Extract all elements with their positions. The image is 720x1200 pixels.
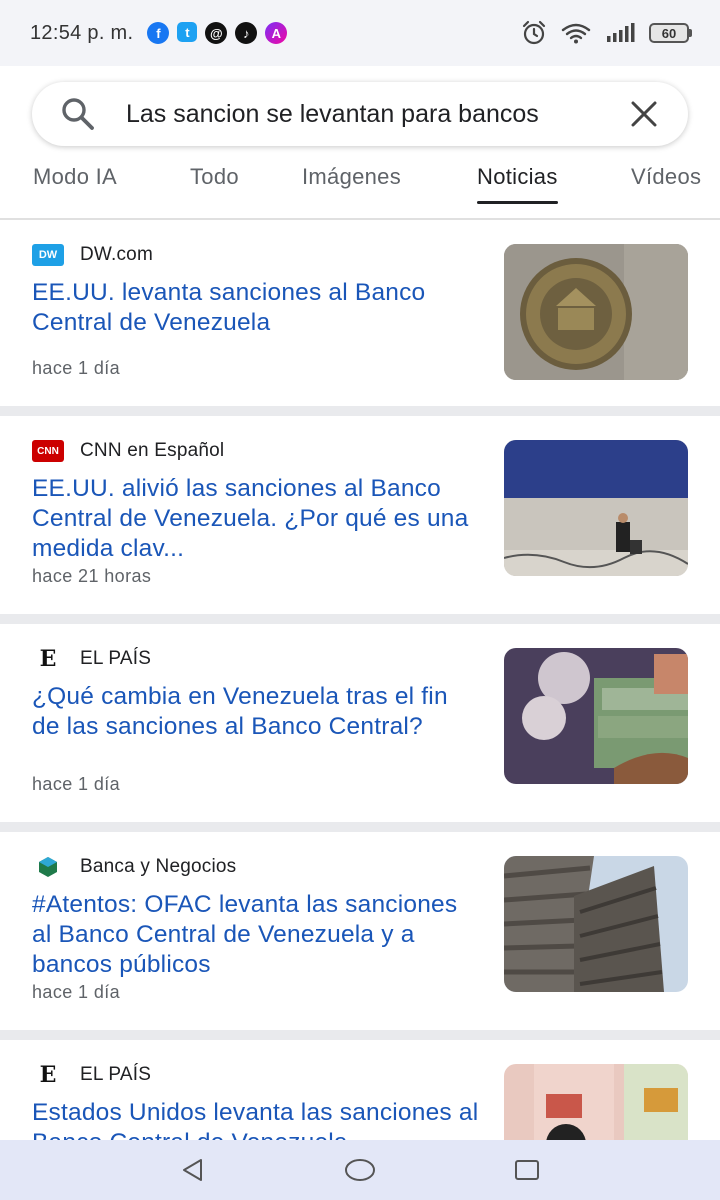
- close-icon: [631, 101, 657, 127]
- news-card[interactable]: CNN CNN en Español EE.UU. alivió las san…: [0, 416, 720, 614]
- news-thumbnail[interactable]: [504, 1064, 688, 1140]
- news-card[interactable]: Banca y Negocios #Atentos: OFAC levanta …: [0, 832, 720, 1030]
- el-pais-logo-icon: E: [39, 1062, 57, 1088]
- card-separator: [0, 406, 720, 416]
- dw-logo-icon: DW: [32, 244, 64, 266]
- tiktok-icon: ♪: [235, 22, 258, 44]
- recents-icon: [514, 1160, 539, 1180]
- alarm-icon: [522, 20, 546, 45]
- news-headline[interactable]: EE.UU. alivió las sanciones al Banco Cen…: [32, 474, 482, 564]
- news-thumbnail[interactable]: [504, 648, 688, 784]
- back-icon: [183, 1159, 203, 1181]
- threads-icon: @: [205, 22, 228, 44]
- tab-todo[interactable]: Todo: [190, 164, 239, 204]
- news-age: hace 1 día: [32, 358, 121, 378]
- notification-icons: f t @ ♪ A: [147, 22, 288, 44]
- status-time: 12:54 p. m.: [30, 21, 134, 44]
- news-source: CNN CNN en Español: [32, 440, 224, 462]
- battery-icon: 60: [649, 23, 692, 43]
- card-separator: [0, 822, 720, 832]
- news-source: E EL PAÍS: [32, 646, 152, 672]
- news-headline[interactable]: #Atentos: OFAC levanta las sanciones al …: [32, 890, 482, 980]
- tab-modo-ia[interactable]: Modo IA: [33, 164, 117, 204]
- ai-app-icon: A: [265, 22, 288, 44]
- news-headline[interactable]: ¿Qué cambia en Venezuela tras el fin de …: [32, 682, 482, 742]
- cnn-logo-icon: CNN: [32, 440, 64, 462]
- news-thumbnail[interactable]: [504, 440, 688, 576]
- search-bar[interactable]: Las sancion se levantan para bancos: [32, 82, 688, 146]
- source-name: Banca y Negocios: [80, 856, 237, 877]
- tab-noticias[interactable]: Noticias: [477, 164, 558, 204]
- battery-level: 60: [661, 25, 677, 41]
- news-source: DW DW.com: [32, 244, 153, 266]
- news-age: hace 21 horas: [32, 566, 152, 586]
- active-tab-indicator: [477, 201, 558, 204]
- back-button[interactable]: [173, 1150, 213, 1190]
- news-headline[interactable]: EE.UU. levanta sanciones al Banco Centra…: [32, 278, 482, 338]
- news-age: hace 1 día: [32, 982, 121, 1002]
- card-separator: [0, 1030, 720, 1040]
- news-source: E EL PAÍS: [32, 1062, 152, 1088]
- facebook-icon: f: [147, 22, 170, 44]
- search-tabs: Modo IA Todo Imágenes Noticias Vídeos: [0, 164, 720, 218]
- twitter-icon: t: [177, 22, 198, 42]
- recents-button[interactable]: [507, 1150, 547, 1190]
- tab-imagenes[interactable]: Imágenes: [302, 164, 401, 204]
- tab-videos[interactable]: Vídeos: [631, 164, 701, 204]
- system-icons: 60: [521, 20, 692, 46]
- source-name: CNN en Español: [80, 440, 225, 461]
- search-icon: [62, 98, 94, 130]
- source-name: EL PAÍS: [80, 1064, 152, 1085]
- search-input[interactable]: Las sancion se levantan para bancos: [126, 100, 591, 129]
- source-name: EL PAÍS: [80, 648, 152, 669]
- news-card[interactable]: DW DW.com EE.UU. levanta sanciones al Ba…: [0, 220, 720, 406]
- el-pais-logo-icon: E: [39, 646, 57, 672]
- clear-search-button[interactable]: [628, 98, 660, 130]
- home-button[interactable]: [340, 1150, 380, 1190]
- news-thumbnail[interactable]: [504, 856, 688, 992]
- news-card[interactable]: E EL PAÍS Estados Unidos levanta las san…: [0, 1040, 720, 1140]
- search-header: Las sancion se levantan para bancos Modo…: [0, 66, 720, 220]
- status-bar: 12:54 p. m. f t @ ♪ A 60: [0, 0, 720, 66]
- news-card[interactable]: E EL PAÍS ¿Qué cambia en Venezuela tras …: [0, 624, 720, 822]
- source-name: DW.com: [80, 244, 153, 265]
- system-navigation-bar: [0, 1140, 720, 1200]
- card-separator: [0, 614, 720, 624]
- news-source: Banca y Negocios: [32, 856, 236, 878]
- signal-icon: [607, 23, 635, 42]
- news-headline[interactable]: Estados Unidos levanta las sanciones al …: [32, 1098, 482, 1140]
- news-age: hace 1 día: [32, 774, 121, 794]
- news-feed: DW DW.com EE.UU. levanta sanciones al Ba…: [0, 220, 720, 1140]
- wifi-icon: [561, 23, 591, 44]
- news-thumbnail[interactable]: [504, 244, 688, 380]
- home-icon: [344, 1159, 375, 1181]
- banca-y-negocios-logo-icon: [32, 856, 64, 878]
